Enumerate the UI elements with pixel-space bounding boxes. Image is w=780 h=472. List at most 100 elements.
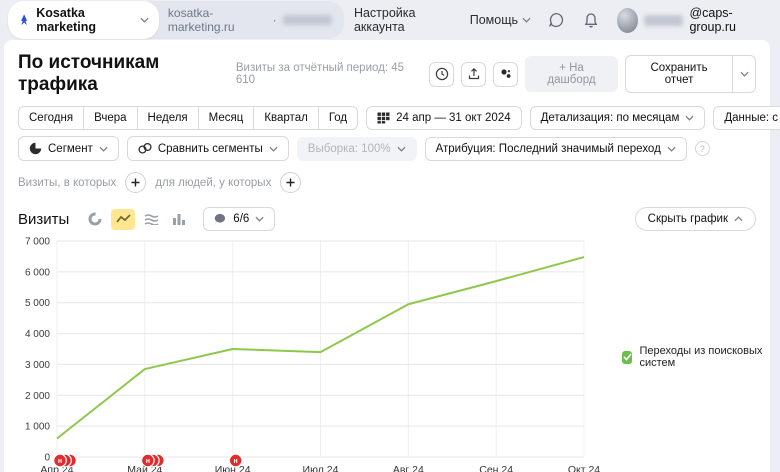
- period-filters-row: Сегодня Вчера Неделя Месяц Квартал Год 2…: [4, 106, 770, 130]
- title-actions: Визиты за отчётный период: 45 610 + На д…: [236, 55, 756, 93]
- plus-icon: [286, 178, 295, 187]
- y-axis-label: 1 000: [25, 422, 50, 433]
- checkmark-icon: [623, 353, 632, 361]
- legend-item-search-traffic[interactable]: Переходы из поисковых систем: [622, 345, 770, 369]
- attribution-help-icon[interactable]: ?: [695, 141, 710, 156]
- metric-label: Визиты: [18, 211, 69, 228]
- chart-type-pie-button[interactable]: [83, 209, 107, 230]
- hide-chart-label: Скрыть график: [648, 213, 728, 225]
- chevron-down-icon: [269, 146, 278, 152]
- title-row: По источникам трафика Визиты за отчётный…: [4, 52, 770, 96]
- annotation-badge: н: [146, 458, 150, 465]
- history-clock-button[interactable]: [429, 62, 454, 87]
- metrica-apps-button[interactable]: [493, 62, 518, 87]
- detalization-value: Детализация: по месяцам: [541, 112, 680, 124]
- segment-button[interactable]: Сегмент: [18, 136, 119, 161]
- counter-name: Kosatka marketing: [36, 6, 134, 34]
- chart-type-columns-button[interactable]: [167, 209, 191, 230]
- chevron-down-icon: [99, 146, 108, 152]
- page-title: По источникам трафика: [18, 52, 236, 96]
- people-filter-label: для людей, у которых: [155, 177, 271, 189]
- add-people-condition-button[interactable]: [280, 172, 301, 193]
- export-icon: [467, 67, 481, 81]
- calendar-icon: [377, 112, 390, 124]
- save-report-button[interactable]: Сохранить отчет: [625, 55, 732, 93]
- chart-type-stacked-button[interactable]: [139, 209, 163, 230]
- line-chart-icon: [116, 213, 131, 225]
- series-badge: 6/6: [233, 213, 249, 225]
- date-range-value: 24 апр — 31 окт 2024: [396, 112, 510, 124]
- series-visibility-button[interactable]: 6/6: [203, 207, 275, 231]
- range-today-button[interactable]: Сегодня: [18, 106, 84, 130]
- help-menu[interactable]: Помощь: [470, 13, 531, 27]
- save-report-group: Сохранить отчет: [625, 55, 756, 93]
- attribution-value: Атрибуция: Последний значимый переход: [436, 143, 661, 155]
- legend-label: Переходы из поисковых систем: [639, 345, 770, 369]
- chevron-down-icon: [667, 146, 676, 152]
- date-range-picker[interactable]: 24 апр — 31 окт 2024: [366, 106, 521, 130]
- user-menu[interactable]: @caps-group.ru: [617, 6, 766, 34]
- compare-segments-button[interactable]: Сравнить сегменты: [127, 136, 289, 161]
- quick-range-group: Сегодня Вчера Неделя Месяц Квартал Год: [18, 106, 358, 130]
- visits-summary: Визиты за отчётный период: 45 610: [236, 62, 418, 86]
- range-year-button[interactable]: Год: [318, 106, 358, 130]
- data-mode-value: Данные: с роботами: [724, 112, 780, 124]
- range-week-button[interactable]: Неделя: [137, 106, 199, 130]
- attribution-select[interactable]: Атрибуция: Последний значимый переход: [425, 137, 687, 161]
- chart-type-switcher: 6/6: [83, 207, 275, 231]
- chevron-down-icon: [140, 17, 149, 23]
- legend-checkbox[interactable]: [622, 351, 632, 364]
- chevron-up-icon: [734, 216, 743, 222]
- sampling-value: Выборка: 100%: [308, 143, 391, 155]
- line-chart-canvas[interactable]: 01 0002 0003 0004 0005 0006 0007 000Апр …: [4, 235, 614, 472]
- account-settings-label: Настройка аккаунта: [354, 6, 454, 34]
- column-chart-icon: [172, 213, 186, 225]
- x-axis-label: Окт 24: [568, 464, 600, 472]
- hide-chart-button[interactable]: Скрыть график: [635, 207, 756, 231]
- counter-domain-group: kosatka-marketing.ru ·: [168, 6, 332, 34]
- metrica-dots-icon: [499, 67, 513, 81]
- chevron-down-icon: [740, 71, 749, 77]
- add-to-dashboard-button[interactable]: + На дашборд: [525, 56, 618, 92]
- user-email-domain: @caps-group.ru: [689, 6, 766, 34]
- visits-chart: 01 0002 0003 0004 0005 0006 0007 000Апр …: [4, 235, 770, 472]
- pie-chart-icon: [88, 212, 102, 226]
- compare-segments-icon: [138, 142, 152, 155]
- topbar: Kosatka marketing kosatka-marketing.ru ·…: [0, 0, 780, 40]
- y-axis-label: 2 000: [25, 391, 50, 402]
- speech-bubble-icon: [214, 213, 227, 225]
- chart-type-line-button[interactable]: [111, 209, 135, 230]
- annotation-badge: н: [58, 458, 62, 465]
- stacked-area-icon: [144, 213, 159, 225]
- help-label: Помощь: [470, 13, 518, 27]
- sampling-select[interactable]: Выборка: 100%: [297, 137, 417, 161]
- counter-id-redacted: [283, 15, 332, 25]
- y-axis-label: 6 000: [25, 267, 50, 278]
- segment-pie-icon: [29, 142, 42, 155]
- export-button[interactable]: [461, 62, 486, 87]
- segment-label: Сегмент: [48, 143, 93, 155]
- save-report-dropdown[interactable]: [732, 55, 756, 93]
- chevron-down-icon: [522, 17, 531, 23]
- avatar: [617, 8, 638, 33]
- chart-header: Визиты 6/6 Скрыть график: [4, 207, 770, 231]
- chat-icon[interactable]: [547, 9, 566, 31]
- x-axis-label: Сен 24: [479, 464, 513, 472]
- y-axis-label: 4 000: [25, 329, 50, 340]
- plus-icon: [131, 178, 140, 187]
- detalization-select[interactable]: Детализация: по месяцам: [530, 106, 706, 130]
- data-mode-select[interactable]: Данные: с роботами: [713, 106, 780, 130]
- counter-selector[interactable]: Kosatka marketing: [8, 1, 159, 39]
- chevron-down-icon: [255, 216, 264, 222]
- range-yesterday-button[interactable]: Вчера: [83, 106, 137, 130]
- topnav: Настройка аккаунта Помощь @caps-group.ru: [354, 6, 766, 34]
- account-settings-link[interactable]: Настройка аккаунта: [354, 6, 454, 34]
- range-month-button[interactable]: Месяц: [198, 106, 255, 130]
- metrica-logo-icon: [18, 13, 30, 27]
- visits-filter-label: Визиты, в которых: [18, 177, 116, 189]
- x-axis-label: Авг 24: [393, 464, 424, 472]
- notifications-bell-icon[interactable]: [582, 9, 601, 31]
- x-axis-label: Июл 24: [303, 464, 339, 472]
- add-visit-condition-button[interactable]: [125, 172, 146, 193]
- range-quarter-button[interactable]: Квартал: [253, 106, 318, 130]
